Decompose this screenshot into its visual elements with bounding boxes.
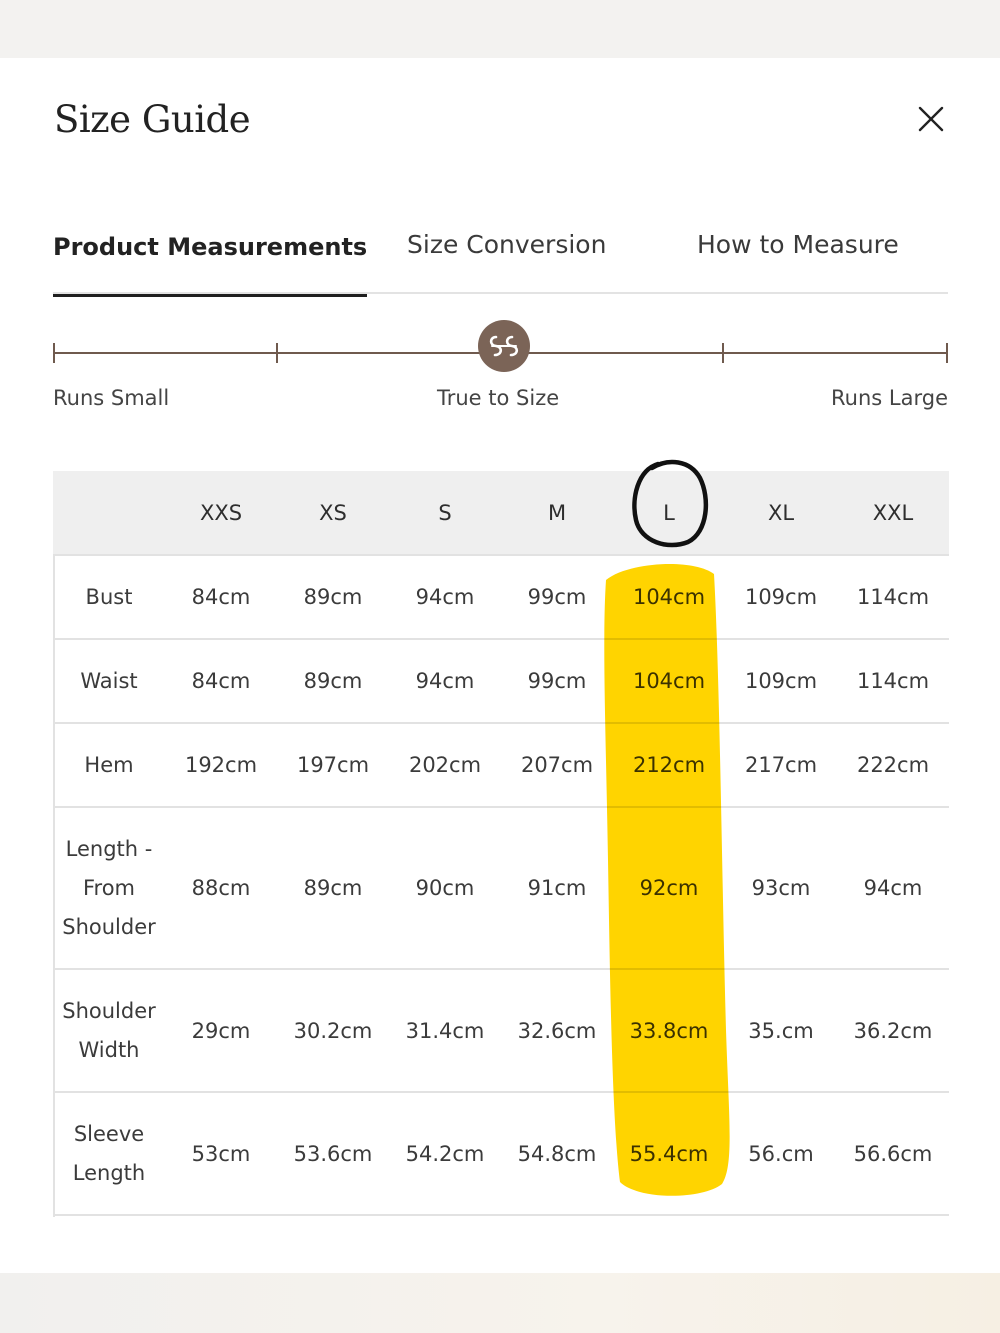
column-header: M (547, 500, 567, 525)
tab-size-conversion[interactable]: Size Conversion (407, 230, 606, 292)
table-row: Shoulder Width 29cm 30.2cm 31.4cm 32.6cm… (53, 969, 949, 1092)
table-cell: 92cm (639, 876, 699, 900)
table-cell: 94cm (863, 876, 923, 900)
row-label: Shoulder Width (62, 998, 156, 1062)
table-cell: 109cm (744, 585, 818, 609)
table-cell: 36.2cm (853, 1018, 933, 1043)
column-header: L (663, 500, 675, 525)
tab-how-to-measure[interactable]: How to Measure (697, 230, 899, 292)
table-cell: 114cm (856, 669, 930, 693)
column-header (53, 471, 165, 555)
table-cell: 222cm (856, 753, 930, 777)
row-label: Hem (84, 752, 134, 777)
table-cell: 56.6cm (853, 1141, 933, 1166)
table-cell: 33.8cm (629, 1018, 709, 1043)
table-row: Sleeve Length 53cm 53.6cm 54.2cm 54.8cm … (53, 1092, 949, 1215)
table-cell: 99cm (527, 585, 587, 609)
table-row: Waist 84cm 89cm 94cm 99cm 104cm 109cm 11… (53, 639, 949, 723)
column-header: XS (319, 500, 347, 525)
fit-marker (478, 320, 530, 372)
table-cell: 29cm (191, 1018, 251, 1043)
table-cell: 109cm (744, 669, 818, 693)
table-row: Hem 192cm 197cm 202cm 207cm 212cm 217cm … (53, 723, 949, 807)
row-label: Bust (85, 584, 133, 609)
table-cell: 30.2cm (293, 1018, 373, 1043)
table-cell: 54.2cm (405, 1141, 485, 1166)
row-label: Sleeve Length (72, 1121, 146, 1185)
row-label: Waist (80, 668, 138, 693)
tab-product-measurements[interactable]: Product Measurements (53, 233, 368, 297)
table-cell: 55.4cm (629, 1141, 709, 1166)
table-cell: 89cm (303, 669, 363, 693)
fit-scale: Runs Small True to Size Runs Large (53, 320, 948, 420)
table-cell: 217cm (744, 753, 818, 777)
table-cell: 207cm (520, 753, 594, 777)
table-cell: 54.8cm (517, 1141, 597, 1166)
fit-label-small: Runs Small (53, 386, 170, 410)
table-cell: 32.6cm (517, 1018, 597, 1043)
table-cell: 197cm (296, 753, 370, 777)
fit-scale-tick (53, 343, 55, 363)
table-cell: 31.4cm (405, 1018, 485, 1043)
table-cell: 35.cm (748, 1018, 814, 1043)
table-cell: 104cm (632, 669, 706, 693)
table-row: Length - From Shoulder 88cm 89cm 90cm 91… (53, 807, 949, 969)
fit-scale-tick (722, 343, 724, 363)
table-cell: 212cm (632, 753, 706, 777)
table-cell: 90cm (415, 876, 475, 900)
table-header-row: XXS XS S M L XL XXL (53, 471, 949, 555)
table-cell: 91cm (527, 876, 587, 900)
column-header: XXS (199, 500, 243, 525)
table-cell: 84cm (191, 669, 251, 693)
brand-logo-icon (489, 335, 519, 357)
table-row: Bust 84cm 89cm 94cm 99cm 104cm 109cm 114… (53, 555, 949, 639)
close-icon (918, 106, 944, 132)
table-cell: 99cm (527, 669, 587, 693)
table-cell: 53cm (191, 1141, 251, 1166)
table-cell: 88cm (191, 876, 251, 900)
table-cell: 94cm (415, 585, 475, 609)
fit-scale-tick (946, 343, 948, 363)
size-table: XXS XS S M L XL XXL Bust 84cm 89cm 94cm … (53, 471, 949, 1216)
table-cell: 53.6cm (293, 1141, 373, 1166)
table-cell: 93cm (751, 876, 811, 900)
table-cell: 114cm (856, 585, 930, 609)
table-cell: 104cm (632, 585, 706, 609)
fit-scale-tick (276, 343, 278, 363)
close-button[interactable] (912, 100, 950, 138)
column-header: XXL (872, 500, 914, 525)
table-cell: 89cm (303, 876, 363, 900)
table-cell: 94cm (415, 669, 475, 693)
column-header: S (438, 500, 452, 525)
table-cell: 202cm (408, 753, 482, 777)
dialog-title: Size Guide (54, 98, 251, 141)
fit-label-true: True to Size (437, 386, 560, 410)
row-label: Length - From Shoulder (62, 836, 156, 939)
table-cell: 84cm (191, 585, 251, 609)
column-header: XL (767, 500, 795, 525)
table-cell: 192cm (184, 753, 258, 777)
table-cell: 89cm (303, 585, 363, 609)
tab-bar: Product Measurements Size Conversion How… (53, 230, 948, 297)
fit-label-large: Runs Large (831, 386, 948, 410)
table-cell: 56.cm (748, 1141, 814, 1166)
backdrop-strip (0, 1273, 1000, 1333)
